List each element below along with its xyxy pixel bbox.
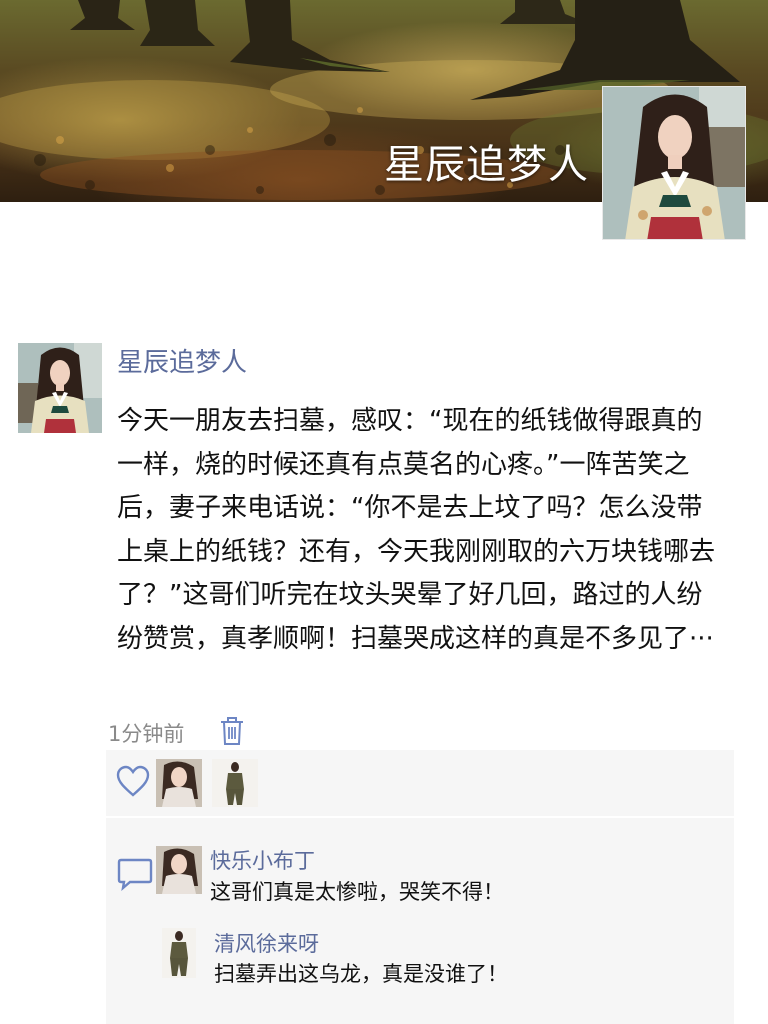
likes-panel xyxy=(106,750,734,816)
comment-user-avatar[interactable] xyxy=(156,846,202,894)
comment-author-name[interactable]: 清风徐来呀 xyxy=(214,928,319,958)
heart-icon[interactable] xyxy=(115,764,151,798)
like-user-avatar[interactable] xyxy=(156,759,202,807)
comment-user-avatar[interactable] xyxy=(162,928,196,978)
avatar-portrait-image xyxy=(162,928,196,978)
comment-text: 这哥们真是太惨啦，哭笑不得！ xyxy=(210,880,504,904)
post-author-name[interactable]: 星辰追梦人 xyxy=(117,342,247,379)
comment-text: 扫墓弄出这乌龙，真是没谁了！ xyxy=(214,962,508,986)
post-author-avatar[interactable] xyxy=(18,343,102,433)
comment-icon[interactable] xyxy=(116,856,154,892)
profile-name: 星辰追梦人 xyxy=(384,142,589,188)
like-user-avatar[interactable] xyxy=(212,759,258,807)
avatar-portrait-image xyxy=(156,759,202,807)
trash-icon[interactable] xyxy=(219,716,245,746)
post-text: 今天一朋友去扫墓，感叹：“现在的纸钱做得跟真的一样，烧的时候还真有点莫名的心疼。… xyxy=(117,406,716,654)
avatar-portrait-image xyxy=(18,343,102,433)
comment-author-name[interactable]: 快乐小布丁 xyxy=(210,845,315,875)
moments-page: 星辰追梦人 星辰追梦人 今天一朋友去扫墓，感叹：“现在的纸钱做得跟真的一样，烧的… xyxy=(0,0,768,1024)
post-timestamp: 1分钟前 xyxy=(108,722,185,746)
avatar-portrait-image xyxy=(603,87,745,239)
avatar-portrait-image xyxy=(212,759,258,807)
avatar-portrait-image xyxy=(156,846,202,894)
profile-avatar[interactable] xyxy=(602,86,746,240)
comments-panel: 快乐小布丁 这哥们真是太惨啦，哭笑不得！ 清风徐来呀 扫墓弄出这乌龙，真是没谁了… xyxy=(106,818,734,1024)
